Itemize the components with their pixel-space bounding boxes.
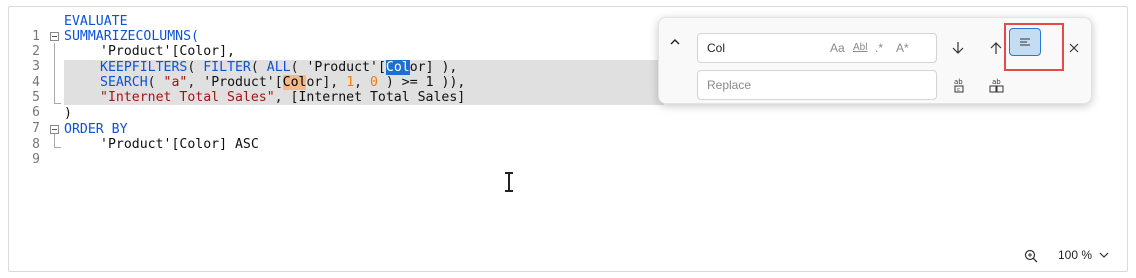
paren-open: ( <box>191 29 199 44</box>
zoom-level[interactable]: 100 % <box>1058 248 1092 262</box>
replace-input[interactable]: Replace <box>697 70 937 100</box>
function-filter: FILTER <box>203 60 251 75</box>
function-summarizecolumns: SUMMARIZECOLUMNS <box>64 29 192 44</box>
punctuation: , <box>354 75 371 90</box>
function-search: SEARCH <box>100 75 148 90</box>
replace-placeholder: Replace <box>707 78 752 92</box>
find-input[interactable]: Col Aa Abl .* A* <box>697 33 937 63</box>
code-line: 9 'Product'[Color] ASC <box>9 137 1127 167</box>
keyword-order-by: ORDER BY <box>64 122 128 137</box>
arrow-up-icon[interactable] <box>989 41 1003 55</box>
paren-close: ) <box>64 106 72 121</box>
code-text: 'Product'[ <box>306 60 386 75</box>
find-input-value: Col <box>707 41 726 55</box>
ibeam-cursor-icon <box>505 172 513 192</box>
function-keepfilters: KEEPFILTERS <box>100 60 188 75</box>
code-text: or] ), <box>409 60 458 75</box>
number-literal: 0 <box>370 75 378 90</box>
svg-text:ab: ab <box>954 78 963 86</box>
search-match: Col <box>282 75 307 90</box>
code-text: ) >= 1 )), <box>377 75 466 90</box>
regex-toggle[interactable]: .* <box>875 41 883 55</box>
keyword-evaluate: EVALUATE <box>64 14 128 29</box>
code-text: 'Product'[ <box>203 75 283 90</box>
highlight-annotation-box <box>1004 23 1064 71</box>
chevron-up-icon[interactable] <box>670 38 680 46</box>
punctuation: ( <box>290 60 307 75</box>
replace-icon[interactable]: ab c <box>952 77 966 93</box>
code-text: 'Product'[Color] ASC <box>100 137 259 152</box>
preserve-case-toggle[interactable]: A* <box>896 41 909 55</box>
match-case-toggle[interactable]: Aa <box>830 41 845 55</box>
svg-text:ab: ab <box>992 78 1001 86</box>
string-literal: "Internet Total Sales" <box>100 90 275 105</box>
code-line: 8 ORDER BY <box>9 122 1127 152</box>
punctuation: ( <box>147 75 164 90</box>
code-text: or], <box>306 75 347 90</box>
zoom-icon[interactable] <box>1024 249 1038 263</box>
punctuation: , <box>187 75 204 90</box>
svg-text:c: c <box>957 87 960 93</box>
code-line: 7 ) <box>9 106 1127 136</box>
punctuation: ( <box>187 60 204 75</box>
arrow-down-icon[interactable] <box>951 41 965 55</box>
number-literal: 1 <box>346 75 355 90</box>
punctuation: ( <box>250 60 267 75</box>
code-text: , [Internet Total Sales] <box>274 90 466 105</box>
chevron-down-icon[interactable] <box>1099 251 1109 259</box>
string-literal: "a" <box>163 75 188 90</box>
fold-toggle-icon[interactable] <box>50 125 59 134</box>
function-all: ALL <box>266 60 291 75</box>
code-text: 'Product'[Color], <box>100 44 235 59</box>
line-number: 9 <box>32 152 40 167</box>
whole-word-toggle[interactable]: Abl <box>853 42 867 53</box>
current-search-match: Col <box>385 60 410 75</box>
fold-toggle-icon[interactable] <box>50 32 59 41</box>
replace-all-icon[interactable]: ab <box>989 77 1005 93</box>
close-icon[interactable] <box>1069 43 1079 53</box>
